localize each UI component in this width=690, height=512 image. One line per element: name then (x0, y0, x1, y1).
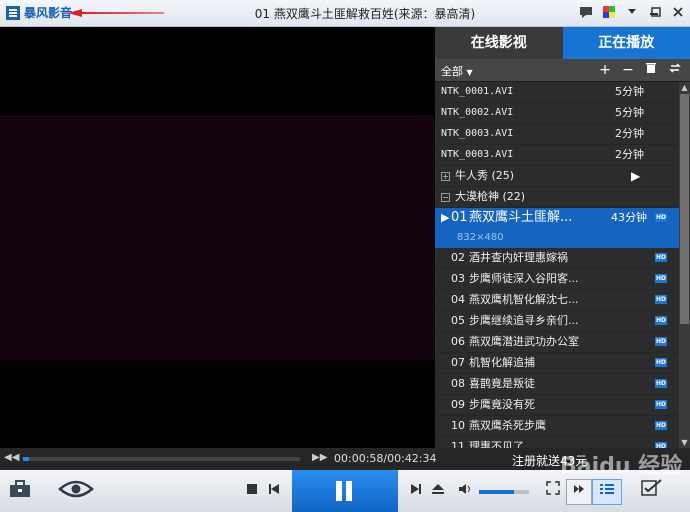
hd-badge: HD (655, 337, 667, 346)
video-area[interactable] (0, 27, 434, 448)
scroll-down-icon[interactable]: ▼ (679, 437, 690, 448)
list-item[interactable]: NTK_0003.AVI 2分钟 (435, 145, 679, 166)
hd-badge: HD (655, 421, 667, 430)
checklist-icon[interactable] (640, 479, 664, 503)
group-damoqiangshen[interactable]: − 大漠枪神 (22) (435, 187, 679, 208)
playlist-button[interactable] (592, 479, 622, 505)
toolbox-icon[interactable] (8, 479, 32, 503)
list-item[interactable]: 08 喜鹊竟是叛徒 HD (435, 374, 679, 395)
trash-icon[interactable] (643, 62, 659, 78)
time-display: 00:00:58/00:42:34 (334, 452, 437, 465)
window-title: 01 燕双鹰斗土匪解救百姓(来源：暴高清) (254, 7, 476, 21)
list-item[interactable]: 05 步鹰继续追寻乡亲们... HD (435, 311, 679, 332)
selected-episode[interactable]: ▶ 01 燕双鹰斗土匪解... 43分钟 HD 832×480 (435, 208, 679, 248)
tab-online-video[interactable]: 在线影视 (435, 27, 563, 59)
hd-badge: HD (655, 358, 667, 367)
filter-dropdown[interactable]: 全部 ▼ (441, 63, 473, 79)
logo-text: 暴风影音 (24, 6, 73, 20)
list-item[interactable]: NTK_0001.AVI 5分钟 (435, 82, 679, 103)
app-logo[interactable]: 暴风影音 (6, 4, 72, 21)
volume-icon[interactable] (453, 479, 477, 503)
panel-tabs: 在线影视 正在播放 (435, 27, 690, 59)
chat-icon[interactable] (578, 5, 594, 21)
list-item[interactable]: 11 理惠不见了 HD (435, 437, 679, 448)
playlist-toolbar: 全部 ▼ + − (435, 59, 690, 82)
skin-icon[interactable] (601, 5, 617, 21)
remove-icon[interactable]: − (620, 62, 636, 78)
list-item[interactable]: 03 步鹰师徒深入谷阳客... HD (435, 269, 679, 290)
eye-icon[interactable] (56, 479, 96, 503)
eject-icon[interactable] (426, 479, 450, 503)
play-icon[interactable]: ▶ (631, 166, 640, 186)
scroll-thumb[interactable] (680, 94, 689, 324)
video-frame (0, 115, 434, 360)
hd-badge: HD (655, 213, 667, 222)
expand-icon[interactable]: + (441, 172, 450, 181)
rewind-icon[interactable]: ◀◀ (4, 452, 19, 463)
pause-button[interactable] (292, 470, 398, 512)
playlist-panel: 在线影视 正在播放 全部 ▼ + − NTK_0001.AVI 5分钟 NTK_… (435, 27, 690, 448)
collapse-icon[interactable]: − (441, 193, 450, 202)
close-icon[interactable] (670, 5, 686, 21)
list-item[interactable]: NTK_0003.AVI 2分钟 (435, 124, 679, 145)
stop-icon[interactable] (240, 479, 264, 503)
scroll-up-icon[interactable]: ▲ (679, 82, 690, 93)
list-item[interactable]: 07 机智化解追捕 HD (435, 353, 679, 374)
panel-toggle-icon[interactable] (566, 479, 592, 505)
list-item[interactable]: 09 步鹰竟没有死 HD (435, 395, 679, 416)
title-bar: 暴风影音 01 燕双鹰斗土匪解救百姓(来源：暴高清) (0, 0, 690, 27)
seek-progress (23, 457, 30, 461)
maximize-icon[interactable] (648, 5, 664, 21)
resolution-label: 832×480 (457, 232, 504, 243)
seek-slider[interactable] (23, 457, 300, 461)
playlist: NTK_0001.AVI 5分钟 NTK_0002.AVI 5分钟 NTK_00… (435, 82, 679, 448)
list-item[interactable]: 04 燕双鹰机智化解沈七... HD (435, 290, 679, 311)
fast-forward-icon[interactable]: ▶▶ (312, 452, 327, 463)
list-item[interactable]: 06 燕双鹰潜进武功办公室 HD (435, 332, 679, 353)
playlist-scrollbar[interactable]: ▲ ▼ (679, 82, 690, 448)
playing-icon: ▶ (441, 211, 450, 224)
add-icon[interactable]: + (597, 62, 613, 78)
list-item[interactable]: 02 酒井查内奸理惠嫁祸 HD (435, 248, 679, 269)
watermark: Baidu 经验 (560, 454, 683, 479)
hd-badge: HD (655, 400, 667, 409)
logo-icon (6, 5, 20, 20)
volume-slider[interactable] (479, 490, 529, 494)
playlist-icon (600, 484, 614, 494)
fullscreen-icon[interactable] (541, 479, 565, 503)
pause-icon (336, 481, 342, 501)
loop-mode-icon[interactable] (667, 62, 683, 78)
list-item[interactable]: NTK_0002.AVI 5分钟 (435, 103, 679, 124)
chevron-down-icon: ▼ (466, 68, 473, 77)
list-item[interactable]: 10 燕双鹰杀死步鹰 HD (435, 416, 679, 437)
hd-badge: HD (655, 316, 667, 325)
volume-level (479, 490, 514, 494)
tab-now-playing[interactable]: 正在播放 (562, 27, 690, 59)
hd-badge: HD (655, 295, 667, 304)
red-arrow-annotation (68, 9, 164, 17)
hd-badge: HD (655, 274, 667, 283)
hd-badge: HD (655, 379, 667, 388)
previous-icon[interactable] (262, 479, 286, 503)
next-icon[interactable] (404, 479, 428, 503)
filter-label: 全部 (441, 65, 463, 78)
hd-badge: HD (655, 253, 667, 262)
menu-icon[interactable] (624, 5, 640, 21)
group-niurenxiu[interactable]: + 牛人秀 (25) ▶ (435, 166, 679, 187)
